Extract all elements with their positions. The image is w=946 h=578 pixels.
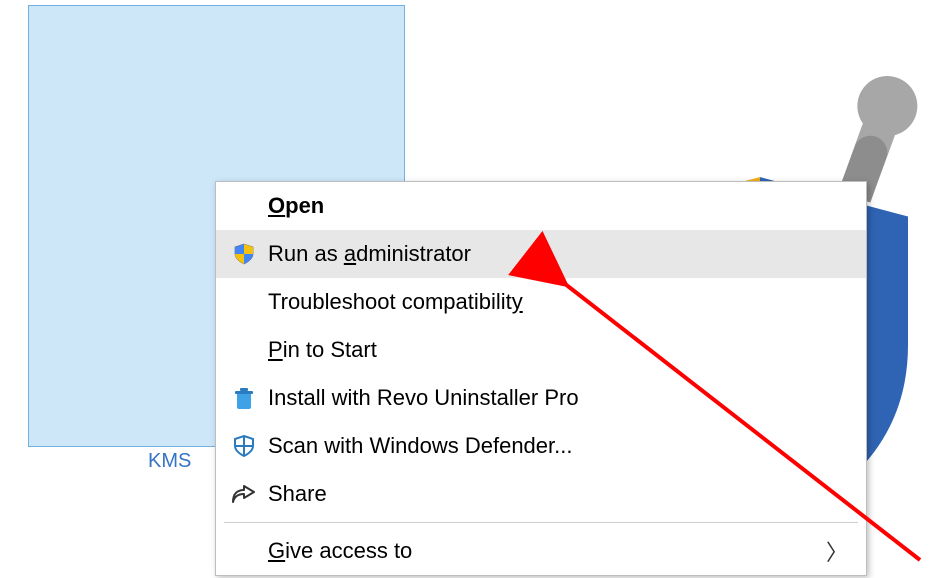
menu-separator — [224, 522, 858, 523]
menu-item-label: Share — [268, 481, 327, 507]
share-icon — [230, 480, 258, 508]
menu-item-label: Scan with Windows Defender... — [268, 433, 572, 459]
desktop-icon-label: KMS — [148, 450, 191, 473]
menu-item-label: Run as administrator — [268, 241, 471, 267]
menu-item-3[interactable]: Pin to Start — [216, 326, 866, 374]
shield-uac-icon — [230, 240, 258, 268]
defender-icon — [230, 432, 258, 460]
context-menu: Open Run as administrator Troubleshoot co… — [215, 181, 867, 576]
menu-item-1[interactable]: Run as administrator — [216, 230, 866, 278]
menu-item-5[interactable]: Scan with Windows Defender... — [216, 422, 866, 470]
menu-item-label: Install with Revo Uninstaller Pro — [268, 385, 579, 411]
menu-item-0[interactable]: Open — [216, 182, 866, 230]
menu-item-2[interactable]: Troubleshoot compatibility — [216, 278, 866, 326]
menu-item-label: Give access to — [268, 538, 412, 564]
menu-item-6[interactable]: Share — [216, 470, 866, 518]
chevron-right-icon: 〉 — [826, 535, 848, 567]
menu-item-4[interactable]: Install with Revo Uninstaller Pro — [216, 374, 866, 422]
revo-icon — [230, 384, 258, 412]
menu-item-label: Open — [268, 193, 324, 219]
menu-item-label: Troubleshoot compatibility — [268, 289, 523, 315]
menu-item-8[interactable]: Give access to 〉 — [216, 527, 866, 575]
menu-item-label: Pin to Start — [268, 337, 377, 363]
